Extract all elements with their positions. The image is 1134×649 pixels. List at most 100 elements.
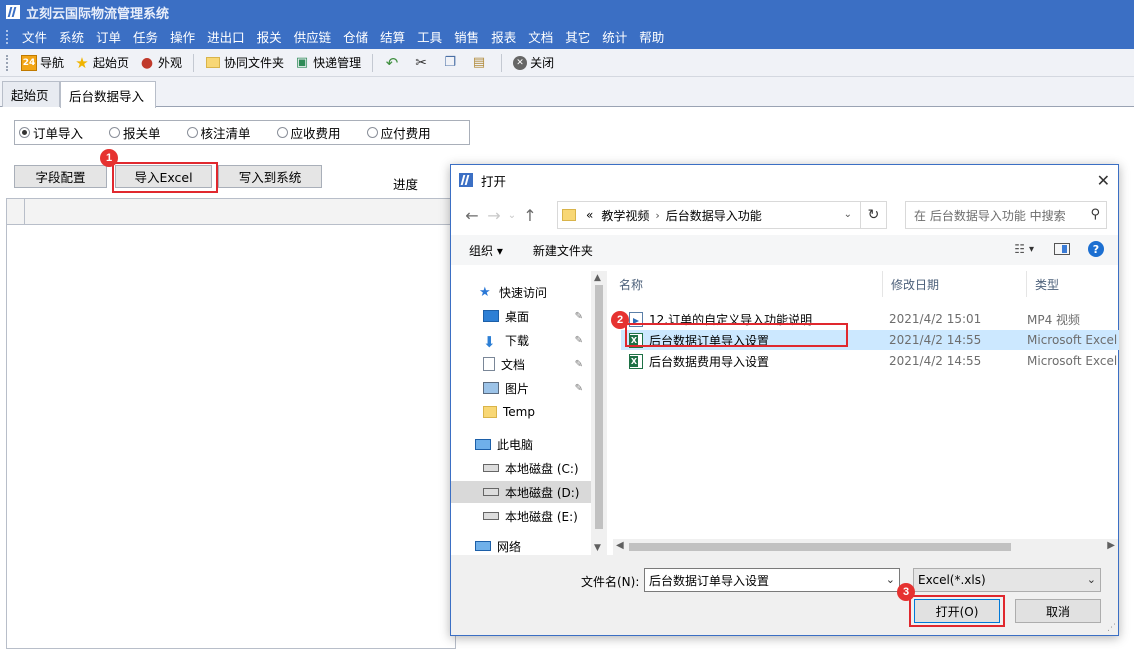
- menu-other[interactable]: 其它: [559, 27, 596, 46]
- write-system-button[interactable]: 写入到系统: [218, 165, 322, 188]
- menu-tools[interactable]: 工具: [411, 27, 448, 46]
- menu-statistics[interactable]: 统计: [596, 27, 633, 46]
- radio-unchecked-icon: [276, 127, 288, 138]
- preview-pane-icon[interactable]: [1054, 243, 1070, 255]
- view-dropdown-icon[interactable]: ▾: [1029, 244, 1034, 255]
- file-row[interactable]: 后台数据费用导入设置 2021/4/2 14:55 Microsoft Exce…: [621, 351, 1119, 371]
- breadcrumb-teaching-video[interactable]: 教学视频: [601, 207, 649, 224]
- nav-quick-access[interactable]: ★ 快速访问: [479, 281, 547, 303]
- menu-file[interactable]: 文件: [16, 27, 53, 46]
- dialog-logo-icon: [459, 173, 473, 187]
- up-arrow-icon[interactable]: ↑: [519, 206, 541, 225]
- address-bar[interactable]: « 教学视频 › 后台数据导入功能 ⌄ ↻: [557, 201, 887, 229]
- dialog-close-icon[interactable]: ✕: [1097, 171, 1110, 190]
- scroll-down-icon[interactable]: ▼: [594, 543, 601, 553]
- cancel-button[interactable]: 取消: [1015, 599, 1101, 623]
- menu-task[interactable]: 任务: [127, 27, 164, 46]
- search-input[interactable]: 在 后台数据导入功能 中搜索 ⚲: [905, 201, 1107, 229]
- sort-up-icon: ^: [745, 271, 754, 278]
- menu-settlement[interactable]: 结算: [374, 27, 411, 46]
- column-date[interactable]: 修改日期: [883, 271, 1027, 297]
- radio-customs-declaration[interactable]: 报关单: [109, 123, 161, 142]
- menu-system[interactable]: 系统: [53, 27, 90, 46]
- cut-button[interactable]: ✂: [408, 52, 437, 74]
- nav-disk-c[interactable]: 本地磁盘 (C:): [483, 457, 579, 479]
- radio-verification-list[interactable]: 核注清单: [186, 123, 251, 142]
- back-arrow-icon[interactable]: ←: [461, 206, 483, 225]
- menu-reports[interactable]: 报表: [485, 27, 522, 46]
- dialog-command-bar: 组织 ▾ 新建文件夹 ☷ ▾ ?: [451, 235, 1118, 265]
- radio-order-import[interactable]: 订单导入: [19, 123, 83, 142]
- nav-this-pc[interactable]: 此电脑: [475, 433, 533, 455]
- menu-customs[interactable]: 报关: [251, 27, 288, 46]
- menu-bar: 文件 系统 订单 任务 操作 进出口 报关 供应链 仓储 结算 工具 销售 报表…: [0, 24, 1134, 49]
- pin-icon: ✎: [574, 310, 583, 322]
- filelist-horizontal-scrollbar[interactable]: ◀ ▶: [613, 539, 1118, 555]
- express-button-label: 快递管理: [313, 56, 362, 70]
- refresh-icon[interactable]: ↻: [860, 202, 886, 228]
- nav-disk-e[interactable]: 本地磁盘 (E:): [483, 505, 578, 527]
- shared-folder-button[interactable]: 协同文件夹: [200, 52, 289, 74]
- nav-documents[interactable]: 文档 ✎: [483, 353, 591, 375]
- recent-dropdown-icon[interactable]: ⌄: [505, 210, 519, 221]
- document-icon: [483, 357, 495, 371]
- menu-warehouse[interactable]: 仓储: [337, 27, 374, 46]
- nav-temp[interactable]: Temp: [483, 401, 535, 423]
- undo-button[interactable]: ↶: [379, 52, 408, 74]
- tab-start-page[interactable]: 起始页: [2, 81, 60, 107]
- appearance-button[interactable]: ● 外观: [134, 52, 187, 74]
- data-grid[interactable]: [6, 198, 456, 649]
- filename-value: 后台数据订单导入设置: [649, 573, 770, 588]
- new-folder-button[interactable]: 新建文件夹: [533, 242, 593, 259]
- radio-receivables[interactable]: 应收费用: [276, 123, 341, 142]
- menu-order[interactable]: 订单: [90, 27, 127, 46]
- breadcrumb-import-feature[interactable]: 后台数据导入功能: [666, 207, 762, 224]
- resize-grip-icon[interactable]: ⋰: [1107, 623, 1116, 633]
- import-type-radio-group: 订单导入 报关单 核注清单 应收费用 应付费用: [14, 120, 470, 145]
- forward-arrow-icon[interactable]: →: [483, 206, 505, 225]
- address-dropdown-icon[interactable]: ⌄: [844, 209, 852, 220]
- grid-header: [7, 199, 455, 225]
- menu-operation[interactable]: 操作: [164, 27, 201, 46]
- menu-import-export[interactable]: 进出口: [201, 27, 251, 46]
- column-type[interactable]: 类型: [1027, 271, 1119, 297]
- dialog-navbar: ← → ⌄ ↑ « 教学视频 › 后台数据导入功能 ⌄ ↻ 在 后台数据导入功能…: [451, 195, 1118, 235]
- paste-button[interactable]: ▤: [466, 52, 495, 74]
- organize-button[interactable]: 组织 ▾: [469, 242, 503, 259]
- radio-payables[interactable]: 应付费用: [366, 123, 431, 142]
- menu-sales[interactable]: 销售: [448, 27, 485, 46]
- copy-button[interactable]: ❐: [437, 52, 466, 74]
- navpane-scrollbar[interactable]: ▲ ▼: [591, 271, 607, 555]
- scroll-right-icon[interactable]: ▶: [1107, 540, 1115, 551]
- view-mode-icon[interactable]: ☷: [1014, 242, 1025, 256]
- scrollbar-thumb[interactable]: [595, 285, 603, 529]
- express-button[interactable]: ▣ 快递管理: [289, 52, 366, 74]
- step-badge-3: 3: [897, 583, 915, 601]
- nav-desktop[interactable]: 桌面 ✎: [483, 305, 591, 327]
- scroll-left-icon[interactable]: ◀: [616, 540, 624, 551]
- breadcrumb-overflow[interactable]: «: [586, 208, 593, 222]
- nav-pictures[interactable]: 图片 ✎: [483, 377, 591, 399]
- toolbar: 24 导航 ★ 起始页 ● 外观 协同文件夹 ▣ 快递管理 ↶ ✂ ❐ ▤ ✕ …: [0, 49, 1134, 77]
- radio-customs-declaration-label: 报关单: [123, 126, 161, 141]
- filename-input[interactable]: 后台数据订单导入设置 ⌄: [644, 568, 900, 592]
- search-icon: ⚲: [1090, 207, 1100, 222]
- chevron-down-icon[interactable]: ⌄: [886, 573, 895, 586]
- scrollbar-thumb[interactable]: [629, 543, 1011, 551]
- menu-help[interactable]: 帮助: [633, 27, 670, 46]
- tab-data-import[interactable]: 后台数据导入: [60, 81, 156, 108]
- column-name[interactable]: 名称 ^: [611, 271, 883, 297]
- nav-button[interactable]: 24 导航: [16, 52, 69, 74]
- filetype-select[interactable]: Excel(*.xls) ⌄: [913, 568, 1101, 592]
- nav-disk-d[interactable]: 本地磁盘 (D:): [451, 481, 591, 503]
- help-icon[interactable]: ?: [1088, 241, 1104, 257]
- close-button[interactable]: ✕ 关闭: [508, 52, 559, 74]
- nav-downloads[interactable]: ⬇ 下载 ✎: [483, 329, 591, 351]
- field-config-button[interactable]: 字段配置: [14, 165, 107, 188]
- scroll-up-icon[interactable]: ▲: [594, 273, 601, 283]
- menu-supply-chain[interactable]: 供应链: [288, 27, 338, 46]
- radio-order-import-label: 订单导入: [33, 126, 84, 141]
- menu-documents[interactable]: 文档: [522, 27, 559, 46]
- nav-network[interactable]: 网络: [475, 535, 521, 555]
- start-page-button[interactable]: ★ 起始页: [69, 52, 134, 74]
